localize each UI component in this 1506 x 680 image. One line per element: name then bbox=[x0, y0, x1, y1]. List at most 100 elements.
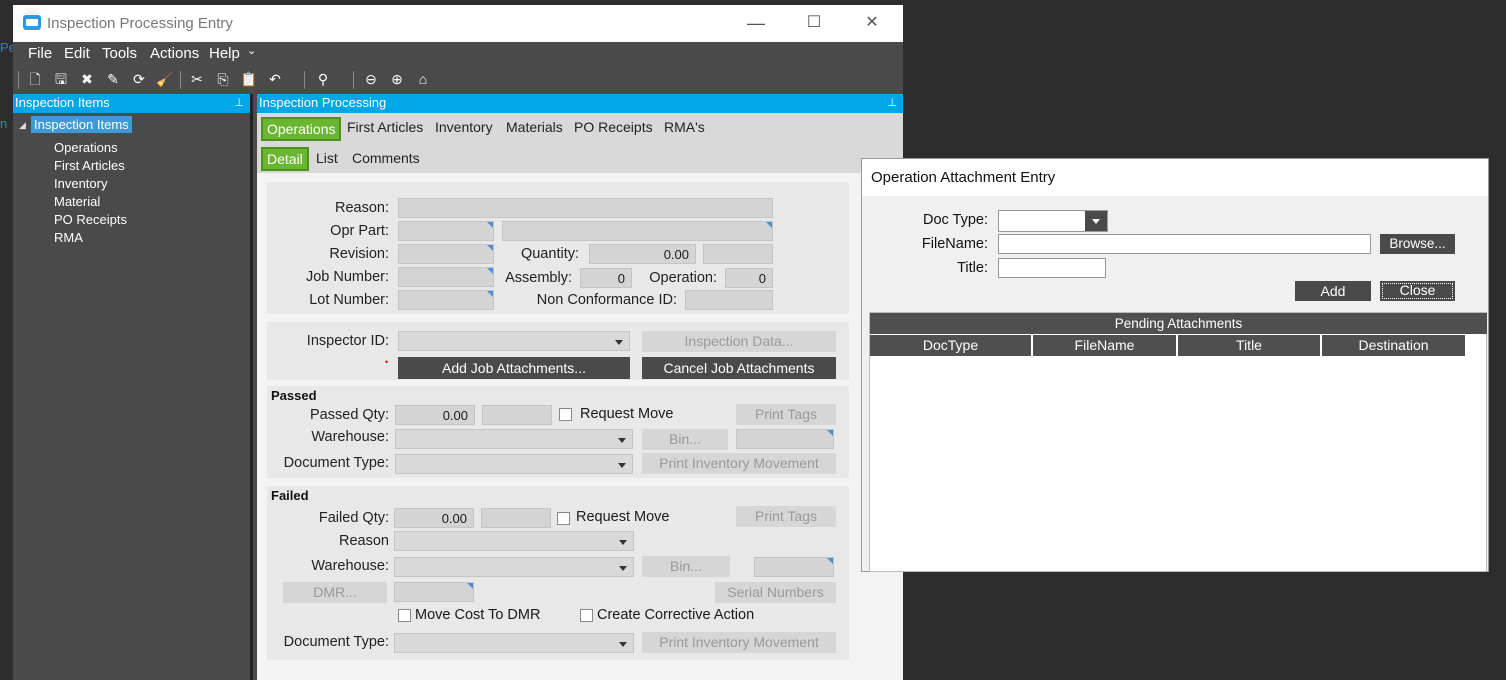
move-cost-checkbox[interactable] bbox=[398, 609, 411, 622]
inspector-combo[interactable] bbox=[398, 331, 630, 351]
refresh-icon[interactable]: ⟳ bbox=[130, 70, 148, 88]
menu-actions[interactable]: Actions bbox=[150, 45, 199, 62]
tree-item-first-articles[interactable]: First Articles bbox=[54, 158, 125, 173]
home-icon[interactable]: ⌂ bbox=[414, 70, 432, 88]
chevron-down-icon bbox=[619, 566, 627, 571]
tab-first-articles[interactable]: First Articles bbox=[347, 119, 423, 135]
serial-numbers-button[interactable]: Serial Numbers bbox=[715, 582, 836, 603]
menu-tools[interactable]: Tools bbox=[102, 45, 137, 62]
close-dialog-button[interactable]: Close bbox=[1380, 281, 1455, 301]
passed-warehouse-combo[interactable] bbox=[395, 429, 633, 449]
opr-part-desc-field[interactable] bbox=[502, 221, 773, 241]
tree-root[interactable]: Inspection Items bbox=[31, 116, 132, 133]
passed-bin-field[interactable] bbox=[736, 429, 834, 449]
pin-icon[interactable]: ⊥ bbox=[887, 96, 897, 109]
tree-item-po-receipts[interactable]: PO Receipts bbox=[54, 212, 127, 227]
maximize-button[interactable]: ☐ bbox=[791, 5, 837, 42]
tree-item-material[interactable]: Material bbox=[54, 194, 100, 209]
passed-qty-field[interactable]: 0.00 bbox=[395, 405, 475, 425]
tab-detail[interactable]: Detail bbox=[261, 147, 309, 171]
title-field[interactable] bbox=[998, 258, 1106, 278]
operation-field[interactable]: 0 bbox=[725, 268, 773, 288]
menu-overflow-icon[interactable]: ⌄ bbox=[247, 44, 256, 57]
tab-list[interactable]: List bbox=[316, 150, 338, 166]
failed-bin-field[interactable] bbox=[754, 557, 834, 577]
passed-print-inventory-button[interactable]: Print Inventory Movement bbox=[642, 453, 836, 474]
edit-icon[interactable]: ✎ bbox=[104, 70, 122, 88]
minimize-button[interactable]: — bbox=[733, 5, 779, 42]
col-title[interactable]: Title bbox=[1178, 335, 1321, 356]
add-button[interactable]: Add bbox=[1295, 281, 1371, 301]
filename-field[interactable] bbox=[998, 234, 1371, 254]
reason-label: Reason: bbox=[334, 200, 389, 216]
failed-bin-button[interactable]: Bin... bbox=[642, 556, 730, 577]
menu-help[interactable]: Help bbox=[209, 45, 240, 62]
menu-file[interactable]: File bbox=[28, 45, 52, 62]
delete-icon[interactable]: ✖ bbox=[78, 70, 96, 88]
passed-uom-field[interactable] bbox=[482, 405, 552, 425]
failed-reason-label: Reason bbox=[339, 533, 389, 549]
clear-icon[interactable]: 🧹 bbox=[156, 70, 174, 88]
lot-number-field[interactable] bbox=[398, 290, 494, 310]
col-destination[interactable]: Destination bbox=[1322, 335, 1465, 356]
failed-print-tags-button[interactable]: Print Tags bbox=[736, 506, 836, 527]
add-job-attachments-button[interactable]: Add Job Attachments... bbox=[398, 357, 630, 379]
passed-bin-button[interactable]: Bin... bbox=[642, 429, 728, 450]
doc-type-combo[interactable] bbox=[998, 210, 1108, 232]
failed-doc-type-combo[interactable] bbox=[394, 633, 634, 653]
revision-field[interactable] bbox=[398, 244, 494, 264]
main-pane: Inspection Processing ⊥ Operations First… bbox=[257, 94, 903, 680]
tab-inventory[interactable]: Inventory bbox=[435, 119, 493, 135]
failed-request-move-checkbox[interactable] bbox=[557, 512, 570, 525]
failed-print-inventory-button[interactable]: Print Inventory Movement bbox=[642, 632, 836, 653]
tab-comments[interactable]: Comments bbox=[352, 150, 420, 166]
collapse-icon[interactable]: ◢ bbox=[19, 120, 26, 131]
close-button[interactable]: ✕ bbox=[849, 5, 895, 42]
failed-reason-combo[interactable] bbox=[394, 531, 634, 551]
passed-request-move-checkbox[interactable] bbox=[559, 408, 572, 421]
pin-icon[interactable]: ⊥ bbox=[234, 96, 244, 109]
tab-rmas[interactable]: RMA's bbox=[664, 119, 705, 135]
failed-qty-field[interactable]: 0.00 bbox=[394, 508, 474, 528]
failed-warehouse-combo[interactable] bbox=[394, 557, 634, 577]
passed-print-tags-button[interactable]: Print Tags bbox=[736, 404, 836, 425]
quantity-uom-field[interactable] bbox=[703, 244, 773, 264]
reason-field[interactable] bbox=[398, 198, 773, 218]
back-icon[interactable]: ⊖ bbox=[362, 70, 380, 88]
failed-uom-field[interactable] bbox=[481, 508, 551, 528]
col-filename[interactable]: FileName bbox=[1033, 335, 1177, 356]
copy-icon[interactable]: ⎘ bbox=[214, 70, 232, 88]
opr-part-label: Opr Part: bbox=[330, 223, 389, 239]
col-doctype[interactable]: DocType bbox=[870, 335, 1032, 356]
job-number-field[interactable] bbox=[398, 267, 494, 287]
inspection-data-button[interactable]: Inspection Data... bbox=[642, 331, 836, 352]
app-icon bbox=[23, 15, 41, 30]
title-bar: Inspection Processing Entry — ☐ ✕ bbox=[13, 5, 903, 42]
tree-item-operations[interactable]: Operations bbox=[54, 140, 118, 155]
cut-icon[interactable]: ✂ bbox=[188, 70, 206, 88]
menu-edit[interactable]: Edit bbox=[64, 45, 90, 62]
passed-doc-type-combo[interactable] bbox=[395, 454, 633, 474]
tab-operations[interactable]: Operations bbox=[261, 117, 342, 141]
quantity-field[interactable]: 0.00 bbox=[589, 244, 696, 264]
ncr-field[interactable] bbox=[685, 290, 773, 310]
paste-icon[interactable]: 📋 bbox=[240, 70, 258, 88]
assembly-field[interactable]: 0 bbox=[580, 268, 632, 288]
new-icon[interactable]: 🗋 bbox=[26, 70, 44, 88]
undo-icon[interactable]: ↶ bbox=[266, 70, 284, 88]
save-icon[interactable]: 🖫 bbox=[52, 70, 70, 88]
dmr-button[interactable]: DMR... bbox=[283, 582, 387, 603]
dmr-field[interactable] bbox=[394, 582, 474, 602]
corrective-action-checkbox[interactable] bbox=[580, 609, 593, 622]
tree-item-inventory[interactable]: Inventory bbox=[54, 176, 107, 191]
doc-type-dropdown-button[interactable] bbox=[1085, 211, 1107, 231]
cancel-job-attachments-button[interactable]: Cancel Job Attachments bbox=[642, 357, 836, 379]
browse-button[interactable]: Browse... bbox=[1380, 234, 1455, 254]
tree-item-rma[interactable]: RMA bbox=[54, 230, 83, 245]
failed-doc-type-label: Document Type: bbox=[283, 634, 389, 650]
tab-po-receipts[interactable]: PO Receipts bbox=[574, 119, 653, 135]
tab-materials[interactable]: Materials bbox=[506, 119, 563, 135]
forward-icon[interactable]: ⊕ bbox=[388, 70, 406, 88]
search-icon[interactable]: ⚲ bbox=[314, 70, 332, 88]
opr-part-field[interactable] bbox=[398, 221, 494, 241]
